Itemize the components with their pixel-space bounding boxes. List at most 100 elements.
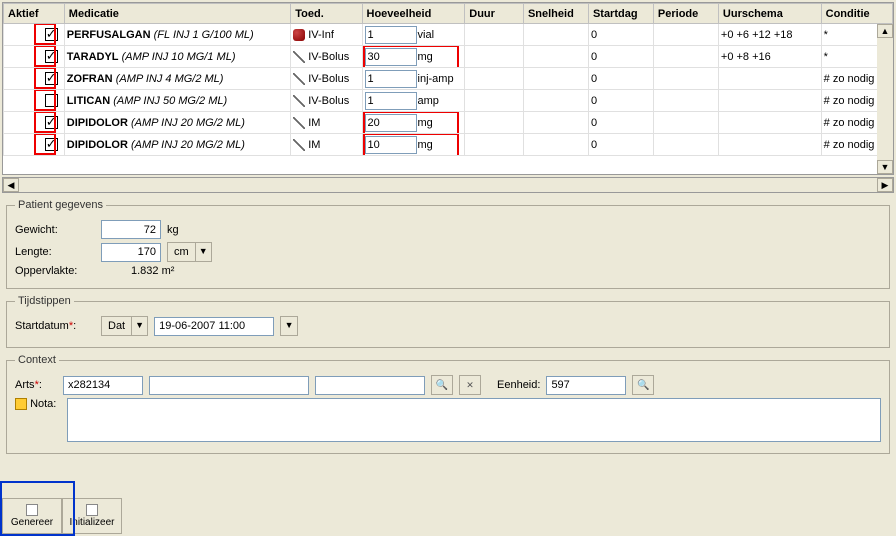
quantity-unit: mg xyxy=(418,139,450,151)
nota-textarea[interactable] xyxy=(67,398,881,442)
hoeveelheid-cell: vial xyxy=(362,24,465,46)
genereer-button[interactable]: Genereer xyxy=(2,498,62,534)
aktief-checkbox[interactable] xyxy=(45,50,58,63)
gewicht-input[interactable] xyxy=(101,220,161,239)
startdatum-input[interactable] xyxy=(154,317,274,336)
uurschema-cell xyxy=(718,68,821,90)
quantity-input[interactable] xyxy=(365,70,417,88)
col-startdag[interactable]: Startdag xyxy=(588,4,653,24)
bottom-toolbar: Genereer Initializeer xyxy=(2,498,122,534)
toediening-cell: IV-Bolus xyxy=(291,68,362,90)
toediening-cell: IV-Inf xyxy=(291,24,362,46)
col-toed[interactable]: Toed. xyxy=(291,4,362,24)
duur-cell xyxy=(465,90,524,112)
table-row[interactable]: PERFUSALGAN (FL INJ 1 G/100 ML)IV-Infvia… xyxy=(4,24,893,46)
hoeveelheid-cell: mg xyxy=(362,134,465,156)
medication-cell: DIPIDOLOR (AMP INJ 20 MG/2 ML) xyxy=(64,134,290,156)
eenheid-label: Eenheid: xyxy=(497,379,540,391)
lengte-input[interactable] xyxy=(101,243,161,262)
patient-legend: Patient gegevens xyxy=(15,199,106,211)
aktief-checkbox[interactable] xyxy=(45,28,58,41)
oppervlakte-label: Oppervlakte: xyxy=(15,265,95,277)
duur-cell xyxy=(465,68,524,90)
aktief-checkbox[interactable] xyxy=(45,116,58,129)
quantity-unit: mg xyxy=(418,51,450,63)
arts-clear-button[interactable] xyxy=(459,375,481,395)
aktief-checkbox[interactable] xyxy=(45,72,58,85)
clear-icon xyxy=(466,380,474,391)
context-legend: Context xyxy=(15,354,59,366)
col-snelheid[interactable]: Snelheid xyxy=(523,4,588,24)
eenheid-input[interactable] xyxy=(546,376,626,395)
periode-cell xyxy=(653,112,718,134)
periode-cell xyxy=(653,134,718,156)
horizontal-scrollbar[interactable]: ◀ ▶ xyxy=(2,177,894,193)
table-row[interactable]: DIPIDOLOR (AMP INJ 20 MG/2 ML)IMmg0# zo … xyxy=(4,134,893,156)
startdag-cell: 0 xyxy=(588,90,653,112)
startdatum-type-select[interactable]: Dat ▼ xyxy=(101,316,148,336)
toediening-cell: IM xyxy=(291,134,362,156)
initializeer-button[interactable]: Initializeer xyxy=(62,498,122,534)
medication-cell: DIPIDOLOR (AMP INJ 20 MG/2 ML) xyxy=(64,112,290,134)
syringe-icon xyxy=(293,95,305,107)
lengte-unit-select[interactable]: cm ▼ xyxy=(167,242,212,262)
quantity-input[interactable] xyxy=(365,48,417,66)
periode-cell xyxy=(653,24,718,46)
scroll-right-icon[interactable]: ▶ xyxy=(877,178,893,192)
periode-cell xyxy=(653,90,718,112)
hoeveelheid-cell: mg xyxy=(362,112,465,134)
uurschema-cell: +0 +6 +12 +18 xyxy=(718,24,821,46)
snelheid-cell xyxy=(523,90,588,112)
col-periode[interactable]: Periode xyxy=(653,4,718,24)
chevron-down-icon: ▼ xyxy=(195,243,211,261)
duur-cell xyxy=(465,112,524,134)
scroll-left-icon[interactable]: ◀ xyxy=(3,178,19,192)
context-fieldset: Context Arts*: Eenheid: Nota: xyxy=(6,354,890,454)
arts-code-input[interactable] xyxy=(63,376,143,395)
col-aktief[interactable]: Aktief xyxy=(4,4,65,24)
col-uurschema[interactable]: Uurschema xyxy=(718,4,821,24)
startdag-cell: 0 xyxy=(588,24,653,46)
tijdstippen-fieldset: Tijdstippen Startdatum*: Dat ▼ ▼ xyxy=(6,295,890,348)
aktief-checkbox[interactable] xyxy=(45,94,58,107)
startdag-cell: 0 xyxy=(588,134,653,156)
eenheid-search-button[interactable] xyxy=(632,375,654,395)
col-medicatie[interactable]: Medicatie xyxy=(64,4,290,24)
arts-name-input[interactable] xyxy=(149,376,309,395)
col-hoeveelheid[interactable]: Hoeveelheid xyxy=(362,4,465,24)
col-conditie[interactable]: Conditie xyxy=(821,4,892,24)
quantity-unit: amp xyxy=(418,95,450,107)
syringe-icon xyxy=(293,51,305,63)
table-row[interactable]: ZOFRAN (AMP INJ 4 MG/2 ML)IV-Bolusinj-am… xyxy=(4,68,893,90)
arts-extra-input[interactable] xyxy=(315,376,425,395)
hoeveelheid-cell: amp xyxy=(362,90,465,112)
periode-cell xyxy=(653,46,718,68)
uurschema-cell xyxy=(718,90,821,112)
quantity-input[interactable] xyxy=(365,26,417,44)
table-row[interactable]: LITICAN (AMP INJ 50 MG/2 ML)IV-Bolusamp0… xyxy=(4,90,893,112)
scroll-up-icon[interactable]: ▲ xyxy=(877,24,893,38)
oppervlakte-value: 1.832 m² xyxy=(131,265,174,277)
table-row[interactable]: DIPIDOLOR (AMP INJ 20 MG/2 ML)IMmg0# zo … xyxy=(4,112,893,134)
snelheid-cell xyxy=(523,134,588,156)
uurschema-cell: +0 +8 +16 xyxy=(718,46,821,68)
uurschema-cell xyxy=(718,134,821,156)
nota-label: Nota: xyxy=(15,398,57,410)
startdatum-picker[interactable]: ▼ xyxy=(280,316,298,336)
vertical-scrollbar[interactable]: ▲ ▼ xyxy=(877,24,893,174)
table-row[interactable]: TARADYL (AMP INJ 10 MG/1 ML)IV-Bolusmg0+… xyxy=(4,46,893,68)
quantity-unit: mg xyxy=(418,117,450,129)
quantity-input[interactable] xyxy=(365,136,417,154)
medication-cell: ZOFRAN (AMP INJ 4 MG/2 ML) xyxy=(64,68,290,90)
duur-cell xyxy=(465,134,524,156)
col-duur[interactable]: Duur xyxy=(465,4,524,24)
snelheid-cell xyxy=(523,112,588,134)
quantity-input[interactable] xyxy=(365,92,417,110)
aktief-checkbox[interactable] xyxy=(45,138,58,151)
syringe-icon xyxy=(293,73,305,85)
arts-search-button[interactable] xyxy=(431,375,453,395)
quantity-input[interactable] xyxy=(365,114,417,132)
medication-cell: TARADYL (AMP INJ 10 MG/1 ML) xyxy=(64,46,290,68)
patient-fieldset: Patient gegevens Gewicht: kg Lengte: cm … xyxy=(6,199,890,289)
scroll-down-icon[interactable]: ▼ xyxy=(877,160,893,174)
